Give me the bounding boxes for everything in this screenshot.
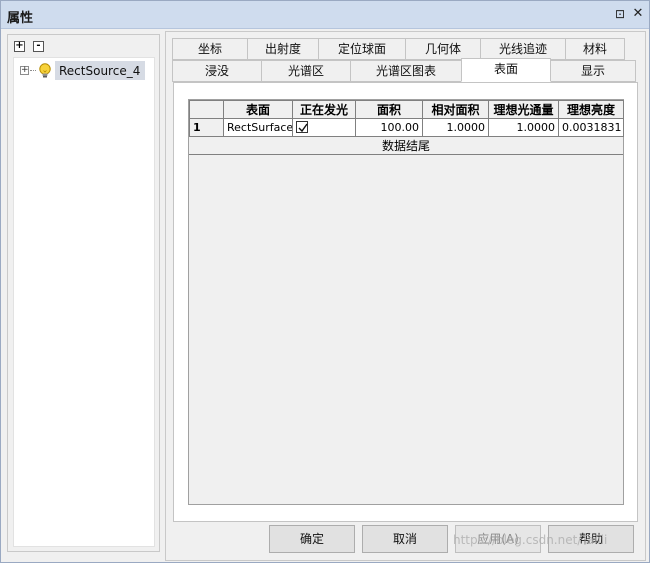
cell-ideal-luminance[interactable]: 0.0031831 [558, 118, 624, 137]
column-header-index [189, 100, 224, 119]
row-index[interactable]: 1 [189, 118, 224, 137]
column-header-relative-area[interactable]: 相对面积 [422, 100, 489, 119]
property-pages: 坐标 出射度 定位球面 几何体 光线追迹 材料 浸没 光谱区 光谱区图表 表面 … [165, 31, 646, 561]
column-header-surface[interactable]: 表面 [223, 100, 293, 119]
cell-area[interactable]: 100.00 [355, 118, 423, 137]
tab-material[interactable]: 材料 [565, 38, 625, 60]
expand-node-icon[interactable]: + [20, 66, 29, 75]
collapse-all-button[interactable]: - [33, 41, 44, 52]
table-row: 1 RectSurface 100.00 1.0000 1.0000 0.003… [189, 118, 624, 137]
surface-table: 表面 正在发光 面积 相对面积 理想光通量 理想亮度 1 RectSurface [189, 100, 624, 137]
column-header-area[interactable]: 面积 [355, 100, 423, 119]
column-header-emitting[interactable]: 正在发光 [292, 100, 356, 119]
properties-window: 属性 ⊡ ✕ + - + RectSource_4 坐标 出射度 定位球面 几何… [0, 0, 650, 563]
lightbulb-icon [37, 62, 53, 80]
tab-spectral-chart[interactable]: 光谱区图表 [350, 60, 462, 82]
tab-emittance[interactable]: 出射度 [247, 38, 319, 60]
table-header-row: 表面 正在发光 面积 相对面积 理想光通量 理想亮度 [189, 100, 624, 119]
tab-ray-trace[interactable]: 光线追迹 [480, 38, 566, 60]
cell-ideal-flux[interactable]: 1.0000 [488, 118, 559, 137]
tree-panel: + - + RectSource_4 [7, 34, 160, 552]
pin-icon[interactable]: ⊡ [613, 6, 627, 22]
tab-aim-sphere[interactable]: 定位球面 [318, 38, 406, 60]
tree-node-rectsource[interactable]: + RectSource_4 [20, 61, 152, 81]
emitting-checkbox[interactable] [296, 121, 308, 133]
surface-tab-page: 表面 正在发光 面积 相对面积 理想光通量 理想亮度 1 RectSurface [173, 82, 638, 522]
tab-display[interactable]: 显示 [550, 60, 636, 82]
tree-connector [30, 70, 36, 71]
cell-emitting[interactable] [292, 118, 356, 137]
tab-immersion[interactable]: 浸没 [172, 60, 262, 82]
column-header-ideal-luminance[interactable]: 理想亮度 [558, 100, 624, 119]
close-icon[interactable]: ✕ [631, 6, 645, 22]
tree-view[interactable]: + RectSource_4 [13, 57, 155, 547]
expand-all-button[interactable]: + [14, 41, 25, 52]
surface-grid[interactable]: 表面 正在发光 面积 相对面积 理想光通量 理想亮度 1 RectSurface [188, 99, 624, 505]
tab-spectral-region[interactable]: 光谱区 [261, 60, 351, 82]
cell-surface-name[interactable]: RectSurface [223, 118, 293, 137]
tree-node-label[interactable]: RectSource_4 [55, 61, 146, 80]
column-header-ideal-flux[interactable]: 理想光通量 [488, 100, 559, 119]
tab-surface[interactable]: 表面 [461, 58, 551, 82]
cancel-button[interactable]: 取消 [362, 525, 448, 553]
cell-relative-area[interactable]: 1.0000 [422, 118, 489, 137]
tab-geometry[interactable]: 几何体 [405, 38, 481, 60]
window-title: 属性 [7, 11, 34, 26]
watermark-text: https://blog.csdn.net/Taiiii [453, 533, 608, 547]
tab-coordinates[interactable]: 坐标 [172, 38, 248, 60]
ok-button[interactable]: 确定 [269, 525, 355, 553]
data-end-row: 数据结尾 [189, 138, 623, 155]
title-bar: 属性 ⊡ ✕ [1, 1, 649, 29]
